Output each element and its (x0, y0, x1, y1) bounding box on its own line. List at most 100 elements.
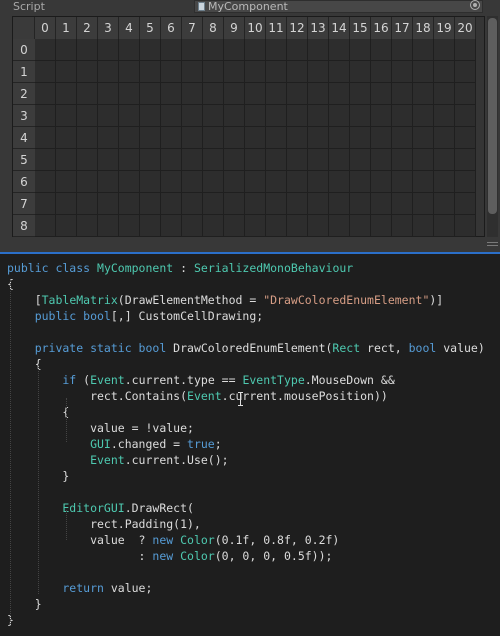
matrix-cell[interactable] (203, 127, 224, 149)
matrix-cell[interactable] (350, 193, 371, 215)
matrix-cell[interactable] (203, 105, 224, 127)
matrix-cell[interactable] (224, 171, 245, 193)
matrix-cell[interactable] (161, 215, 182, 237)
matrix-cell[interactable] (161, 127, 182, 149)
matrix-cell[interactable] (350, 215, 371, 237)
matrix-cell[interactable] (392, 193, 413, 215)
matrix-cell[interactable] (266, 215, 287, 237)
matrix-cell[interactable] (98, 61, 119, 83)
matrix-cell[interactable] (182, 105, 203, 127)
matrix-cell[interactable] (98, 105, 119, 127)
matrix-cell[interactable] (371, 149, 392, 171)
matrix-cell[interactable] (98, 83, 119, 105)
matrix-cell[interactable] (119, 83, 140, 105)
matrix-cell[interactable] (140, 127, 161, 149)
matrix-cell[interactable] (413, 61, 434, 83)
matrix-cell[interactable] (308, 61, 329, 83)
matrix-cell[interactable] (182, 149, 203, 171)
matrix-cell[interactable] (308, 105, 329, 127)
matrix-cell[interactable] (161, 61, 182, 83)
matrix-cell[interactable] (224, 83, 245, 105)
matrix-cell[interactable] (140, 61, 161, 83)
matrix-cell[interactable] (203, 193, 224, 215)
matrix-cell[interactable] (392, 215, 413, 237)
matrix-cell[interactable] (245, 61, 266, 83)
matrix-cell[interactable] (119, 105, 140, 127)
matrix-cell[interactable] (413, 105, 434, 127)
matrix-cell[interactable] (119, 215, 140, 237)
matrix-cell[interactable] (119, 127, 140, 149)
matrix-cell[interactable] (35, 215, 56, 237)
matrix-cell[interactable] (77, 61, 98, 83)
matrix-cell[interactable] (77, 127, 98, 149)
matrix-cell[interactable] (77, 215, 98, 237)
matrix-cell[interactable] (287, 193, 308, 215)
matrix-cell[interactable] (455, 61, 476, 83)
matrix-cell[interactable] (350, 171, 371, 193)
matrix-cell[interactable] (329, 215, 350, 237)
matrix-cell[interactable] (224, 39, 245, 61)
matrix-cell[interactable] (203, 149, 224, 171)
matrix-cell[interactable] (161, 171, 182, 193)
matrix-cell[interactable] (77, 83, 98, 105)
matrix-cell[interactable] (35, 127, 56, 149)
matrix-cell[interactable] (434, 171, 455, 193)
matrix-cell[interactable] (350, 83, 371, 105)
matrix-cell[interactable] (140, 83, 161, 105)
scrollbar-thumb[interactable] (488, 18, 497, 214)
matrix-cell[interactable] (140, 39, 161, 61)
matrix-cell[interactable] (56, 149, 77, 171)
matrix-cell[interactable] (56, 39, 77, 61)
matrix-cell[interactable] (266, 149, 287, 171)
matrix-cell[interactable] (203, 83, 224, 105)
matrix-cell[interactable] (371, 193, 392, 215)
matrix-cell[interactable] (371, 61, 392, 83)
matrix-cell[interactable] (245, 149, 266, 171)
matrix-cell[interactable] (98, 215, 119, 237)
matrix-cell[interactable] (182, 61, 203, 83)
script-object-field[interactable]: MyComponent (194, 0, 483, 13)
matrix-cell[interactable] (161, 193, 182, 215)
matrix-cell[interactable] (119, 171, 140, 193)
matrix-cell[interactable] (434, 39, 455, 61)
matrix-cell[interactable] (287, 215, 308, 237)
matrix-cell[interactable] (119, 149, 140, 171)
matrix-cell[interactable] (455, 105, 476, 127)
matrix-cell[interactable] (35, 193, 56, 215)
matrix-cell[interactable] (119, 39, 140, 61)
matrix-cell[interactable] (161, 149, 182, 171)
matrix-cell[interactable] (371, 105, 392, 127)
matrix-cell[interactable] (56, 215, 77, 237)
matrix-cell[interactable] (287, 127, 308, 149)
matrix-cell[interactable] (182, 171, 203, 193)
matrix-cell[interactable] (434, 149, 455, 171)
matrix-cell[interactable] (245, 171, 266, 193)
matrix-cell[interactable] (434, 83, 455, 105)
matrix-cell[interactable] (455, 149, 476, 171)
matrix-cell[interactable] (392, 171, 413, 193)
matrix-cell[interactable] (413, 149, 434, 171)
matrix-cell[interactable] (434, 105, 455, 127)
matrix-cell[interactable] (392, 149, 413, 171)
matrix-cell[interactable] (56, 171, 77, 193)
matrix-cell[interactable] (329, 193, 350, 215)
matrix-cell[interactable] (56, 105, 77, 127)
matrix-cell[interactable] (140, 149, 161, 171)
matrix-cell[interactable] (224, 127, 245, 149)
matrix-cell[interactable] (140, 105, 161, 127)
matrix-cell[interactable] (392, 127, 413, 149)
matrix-cell[interactable] (266, 193, 287, 215)
matrix-cell[interactable] (329, 171, 350, 193)
matrix-cell[interactable] (140, 193, 161, 215)
matrix-cell[interactable] (161, 83, 182, 105)
matrix-cell[interactable] (35, 149, 56, 171)
matrix-cell[interactable] (77, 105, 98, 127)
matrix-cell[interactable] (140, 215, 161, 237)
matrix-cell[interactable] (224, 193, 245, 215)
matrix-cell[interactable] (287, 105, 308, 127)
vertical-scrollbar[interactable] (487, 16, 498, 237)
matrix-cell[interactable] (455, 127, 476, 149)
matrix-cell[interactable] (455, 171, 476, 193)
matrix-cell[interactable] (35, 39, 56, 61)
matrix-cell[interactable] (413, 127, 434, 149)
